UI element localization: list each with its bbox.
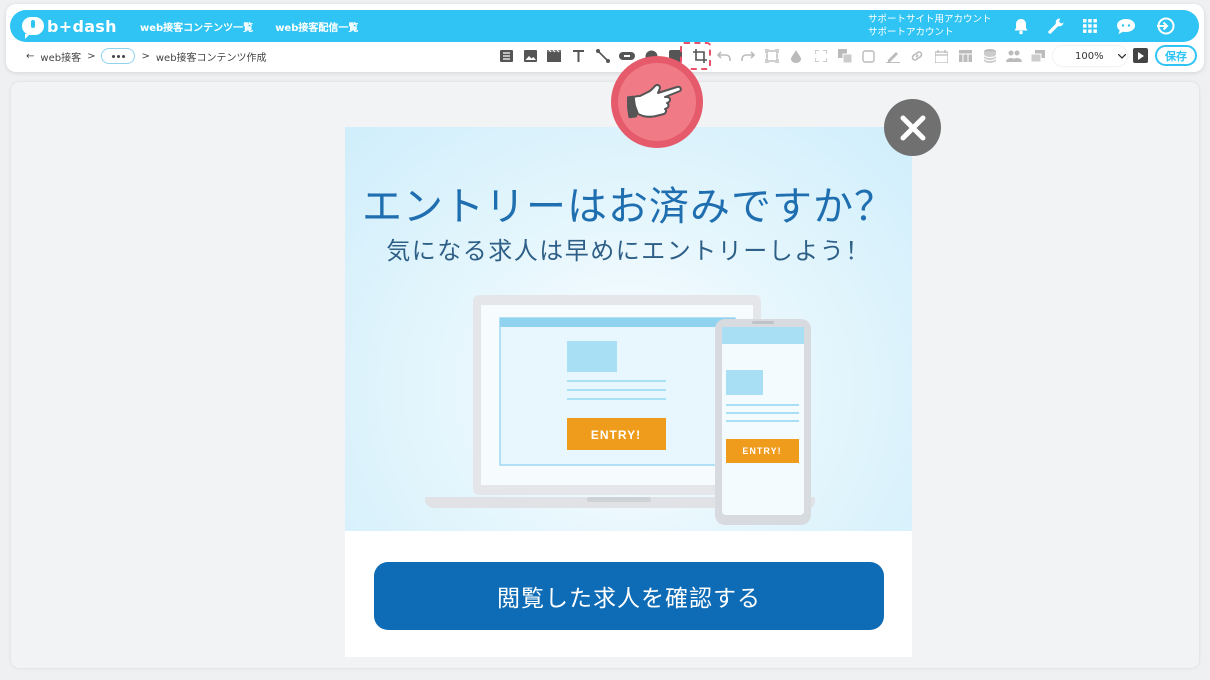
save-button[interactable]: 保存 [1155,45,1197,66]
text-icon[interactable] [567,46,591,66]
breadcrumb-separator: > [141,50,150,62]
video-icon[interactable] [542,46,566,66]
phone-entry-label: ENTRY! [742,446,781,456]
link-icon[interactable] [905,46,929,66]
devices-illustration: ENTRY! ENTRY! [425,295,815,525]
logout-icon[interactable] [1155,17,1175,35]
zoom-select[interactable]: 100% [1053,46,1127,66]
image-icon[interactable] [518,46,542,66]
breadcrumb-separator: > [87,50,96,62]
breadcrumb-current: web接客コンテンツ作成 [155,52,267,64]
pointing-hand-indicator [611,56,703,148]
top-nav-bar: b+dash web接客コンテンツ一覧 web接客配信一覧 サポートサイト用アカ… [10,10,1199,42]
line-icon[interactable] [591,46,615,66]
pointing-hand-icon [627,83,682,119]
web-service-popup[interactable]: エントリーはお済みですか？ 気になる求人は早めにエントリーしよう！ ENTRY! [345,127,912,657]
copy-icon[interactable] [1026,46,1050,66]
account-info[interactable]: サポートサイト用アカウント サポートアカウント [868,13,992,39]
undo-icon[interactable] [712,46,736,66]
database-icon[interactable] [978,46,1002,66]
popup-close-button[interactable] [884,99,941,156]
border-icon[interactable] [857,46,881,66]
breadcrumb-web-service[interactable]: web接客 [40,49,81,64]
nav-content-list[interactable]: web接客コンテンツ一覧 [140,19,253,34]
frame-icon[interactable] [760,46,784,66]
bell-icon[interactable] [1013,18,1029,35]
popup-subtitle: 気になる求人は早めにエントリーしよう！ [386,237,871,265]
layer-icon[interactable] [833,46,857,66]
bdash-logo[interactable]: b+dash [22,16,122,39]
apps-grid-icon[interactable] [1083,19,1097,33]
fill-icon[interactable] [784,46,808,66]
breadcrumb-more-button[interactable] [101,48,136,64]
editor-toolbar [494,46,1050,66]
fullscreen-icon[interactable] [808,46,832,66]
calendar-icon[interactable] [929,46,953,66]
chevron-down-icon [1117,53,1126,59]
account-name: サポートサイト用アカウント [868,14,992,25]
table-icon[interactable] [954,46,978,66]
list-icon[interactable] [494,46,518,66]
top-nav: web接客コンテンツ一覧 web接客配信一覧 [140,19,358,34]
wrench-icon[interactable] [1047,17,1065,35]
logo-bubble-icon [22,17,44,39]
chat-bot-icon[interactable] [1115,18,1137,35]
view-jobs-button[interactable]: 閲覧した求人を確認する [374,562,884,630]
laptop-entry-label: ENTRY! [591,428,641,442]
top-icon-group [1013,10,1175,42]
close-icon [900,115,925,140]
popup-hero-image[interactable]: エントリーはお済みですか？ 気になる求人は早めにエントリーしよう！ ENTRY! [345,127,912,531]
preview-play-button[interactable] [1133,48,1148,63]
redo-icon[interactable] [736,46,760,66]
breadcrumb: ← web接客 > > web接客コンテンツ作成 [26,47,267,65]
logo-text: b+dash [47,16,117,36]
popup-title: エントリーはお済みですか？ [362,184,895,230]
back-arrow-icon[interactable]: ← [26,51,34,62]
account-user: サポートアカウント [868,27,954,38]
users-icon[interactable] [1002,46,1026,66]
nav-delivery-list[interactable]: web接客配信一覧 [275,19,358,34]
pen-icon[interactable] [881,46,905,66]
zoom-value: 100% [1075,50,1104,62]
